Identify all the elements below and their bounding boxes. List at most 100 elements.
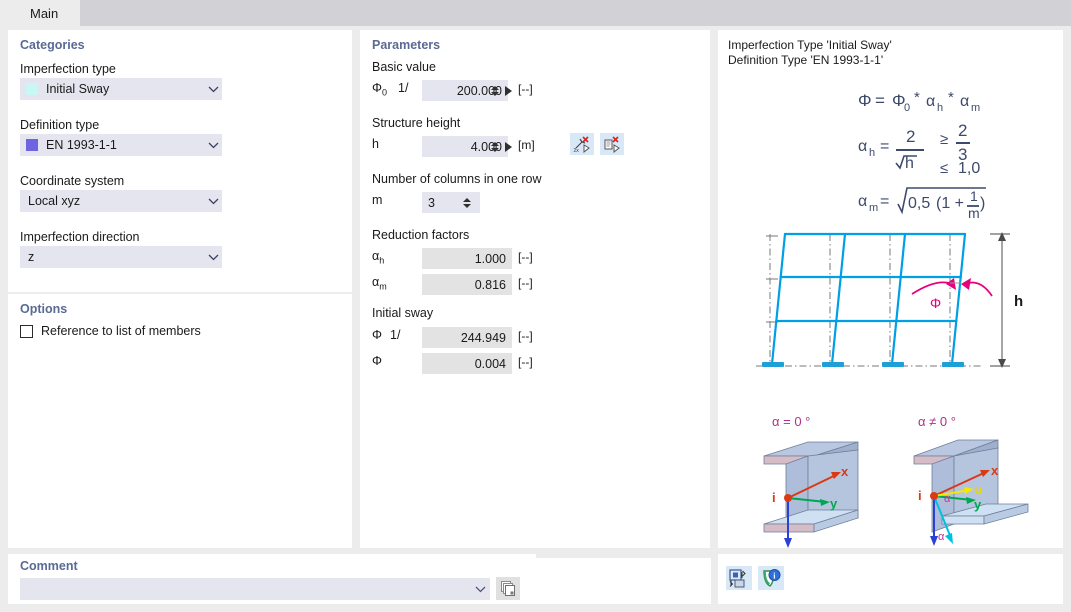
info-panel: Imperfection Type 'Initial Sway' Definit… xyxy=(718,30,1063,567)
pick-from-table-icon[interactable] xyxy=(600,133,624,155)
structure-height-heading: Structure height xyxy=(372,116,461,130)
chevron-down-icon xyxy=(204,190,222,212)
imperfection-direction-combo[interactable]: z xyxy=(20,246,222,268)
beam-u-label: u xyxy=(974,482,982,497)
svg-text:α: α xyxy=(926,93,935,110)
chevron-down-icon xyxy=(204,78,222,100)
svg-text:m: m xyxy=(869,202,878,214)
formula-svg: Φ = Φ 0 * α h * α m α h = 2 h ≥ 2 3 ≤ 1,… xyxy=(858,89,986,221)
coordinate-system-combo[interactable]: Local xyz xyxy=(20,190,222,212)
structure-height-unit: [m] xyxy=(518,138,535,152)
beam-orientation-diagrams: α = 0 ° x y i α ≠ 0 ° x y u α α i xyxy=(746,412,1046,572)
initial-sway-text: 0.004 xyxy=(474,356,506,371)
copy-icon[interactable] xyxy=(496,577,520,600)
svg-text:0: 0 xyxy=(904,102,910,114)
reference-to-list-of-members-checkbox[interactable] xyxy=(20,324,33,338)
options-title: Options xyxy=(20,302,68,316)
svg-text:2: 2 xyxy=(906,127,915,146)
imperfection-type-value: Initial Sway xyxy=(46,82,110,96)
structure-height-spinner[interactable] xyxy=(490,137,500,157)
info-heading-line2: Definition Type 'EN 1993-1-1' xyxy=(728,53,884,67)
initial-sway-inverse-unit: [--] xyxy=(518,329,533,343)
chevron-down-icon xyxy=(204,246,222,268)
categories-title: Categories xyxy=(20,38,85,52)
svg-text:α: α xyxy=(858,138,867,155)
alpha-m-text: 0.816 xyxy=(474,277,506,292)
import-export-icon[interactable] xyxy=(726,566,752,590)
definition-type-combo[interactable]: EN 1993-1-1 xyxy=(20,134,222,156)
comment-panel: Comment xyxy=(8,554,536,604)
svg-text:=: = xyxy=(875,91,885,110)
svg-text:α: α xyxy=(858,193,867,210)
svg-text:*: * xyxy=(948,89,954,106)
tab-main[interactable]: Main xyxy=(8,0,81,26)
beam-i-label: i xyxy=(772,490,776,505)
svg-text:x: x xyxy=(991,463,999,478)
svg-text:Φ: Φ xyxy=(858,91,872,110)
reference-to-list-of-members-row[interactable]: Reference to list of members xyxy=(20,324,201,338)
initial-sway-value: 0.004 xyxy=(422,353,512,374)
svg-text:*: * xyxy=(914,89,920,106)
structure-height-apply-button[interactable] xyxy=(502,137,514,157)
phi0-prefix: 1/ xyxy=(398,81,409,95)
phi-symbol: Φ xyxy=(372,354,382,368)
svg-text:h: h xyxy=(869,147,875,159)
alpha-m-value: 0.816 xyxy=(422,274,512,295)
reference-to-list-of-members-label: Reference to list of members xyxy=(41,324,201,338)
m-symbol: m xyxy=(372,193,383,207)
basic-value-unit: [--] xyxy=(518,82,533,96)
svg-text:2x: 2x xyxy=(573,148,579,153)
h-symbol: h xyxy=(372,137,379,151)
comment-title: Comment xyxy=(20,559,78,573)
initial-sway-inverse-text: 244.949 xyxy=(460,330,506,345)
svg-text:1,0: 1,0 xyxy=(958,160,980,177)
svg-text:h: h xyxy=(937,102,943,114)
info-heading: Imperfection Type 'Initial Sway' Definit… xyxy=(728,38,892,68)
svg-text:≤: ≤ xyxy=(940,160,948,177)
coordinate-system-label: Coordinate system xyxy=(20,174,125,188)
number-of-columns-heading: Number of columns in one row xyxy=(372,172,542,186)
phi-inverse-symbol: Φ xyxy=(372,328,382,342)
comment-input[interactable] xyxy=(20,578,490,600)
pick-length-icon[interactable]: 2x xyxy=(570,133,594,155)
reduction-factors-heading: Reduction factors xyxy=(372,228,470,242)
number-of-columns-spinner[interactable] xyxy=(462,193,472,213)
formula-block: Φ = Φ 0 * α h * α m α h = 2 h ≥ 2 3 ≤ 1,… xyxy=(718,78,1063,226)
frame-height-label: h xyxy=(1014,293,1023,310)
beam-alpha-label-top: α xyxy=(944,493,951,505)
tab-bar: Main xyxy=(0,0,1071,26)
alpha-m-symbol: αm xyxy=(372,275,387,292)
svg-text:): ) xyxy=(980,195,985,212)
alpha-h-symbol: αh xyxy=(372,249,385,266)
chevron-down-icon[interactable] xyxy=(470,578,490,600)
options-panel: Options Reference to list of members xyxy=(8,294,352,548)
svg-text:m: m xyxy=(968,205,980,221)
basic-value-apply-button[interactable] xyxy=(502,81,514,101)
alpha-h-unit: [--] xyxy=(518,250,533,264)
svg-text:≥: ≥ xyxy=(940,131,948,148)
chevron-down-icon xyxy=(204,134,222,156)
basic-value-spinner[interactable] xyxy=(490,81,500,101)
svg-text:=: = xyxy=(880,193,889,210)
imperfection-type-combo[interactable]: Initial Sway xyxy=(20,78,222,100)
frame-angle-label: Φ xyxy=(930,295,941,311)
info-help-icon[interactable]: i xyxy=(758,566,784,590)
beam-y-label: y xyxy=(830,496,838,511)
categories-panel: Categories Imperfection type Initial Swa… xyxy=(8,30,352,292)
definition-type-label: Definition type xyxy=(20,118,100,132)
coordinate-system-value: Local xyz xyxy=(28,194,81,208)
imperfection-direction-value: z xyxy=(28,250,35,264)
parameters-panel: Parameters Basic value Φ0 1/ 200.000 [--… xyxy=(360,30,710,548)
phi0-symbol: Φ0 xyxy=(372,81,387,98)
initial-sway-inverse-value: 244.949 xyxy=(422,327,512,348)
basic-value-heading: Basic value xyxy=(372,60,436,74)
imperfection-direction-label: Imperfection direction xyxy=(20,230,140,244)
svg-text:y: y xyxy=(974,497,982,512)
imperfection-type-swatch xyxy=(26,83,38,95)
beam-alpha-nonzero-caption: α ≠ 0 ° xyxy=(918,414,956,429)
imperfection-type-label: Imperfection type xyxy=(20,62,116,76)
tab-strip-left-fill xyxy=(0,0,8,26)
info-heading-line1: Imperfection Type 'Initial Sway' xyxy=(728,38,892,52)
svg-text:α: α xyxy=(960,93,969,110)
svg-text:m: m xyxy=(971,102,980,114)
